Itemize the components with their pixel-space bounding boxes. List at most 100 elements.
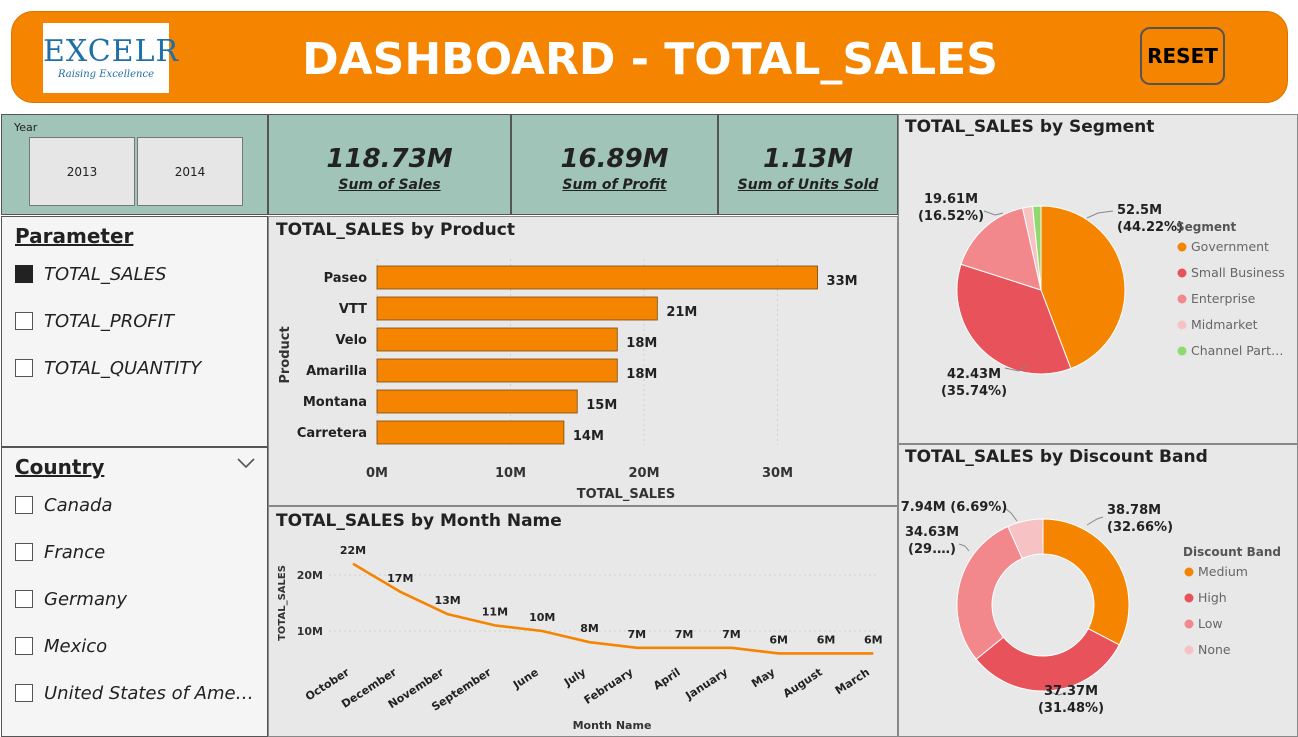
- data-label: 15M: [586, 398, 617, 413]
- checkbox[interactable]: [15, 637, 33, 655]
- pie-slice: [1042, 518, 1130, 646]
- option-label: Mexico: [44, 635, 108, 657]
- y-tick-label: 10M: [297, 625, 323, 638]
- page-title: DASHBOARD - TOTAL_SALES: [302, 34, 998, 85]
- data-label: 18M: [626, 367, 657, 382]
- checkbox[interactable]: [15, 359, 33, 377]
- data-label: (16.52%): [918, 209, 984, 224]
- option-label: United States of Ame…: [44, 682, 254, 704]
- country-option-united-states[interactable]: United States of Ame…: [15, 682, 254, 704]
- option-label: France: [44, 541, 106, 563]
- checkbox[interactable]: [15, 543, 33, 561]
- y-tick-label: Velo: [335, 333, 367, 348]
- year-option-2014[interactable]: 2014: [137, 137, 243, 206]
- legend-marker: [1177, 294, 1187, 304]
- data-label: 14M: [573, 429, 604, 444]
- reset-button[interactable]: RESET: [1140, 27, 1225, 85]
- x-tick-label: May: [749, 666, 777, 691]
- kpi-label: Sum of Units Sold: [737, 177, 879, 193]
- y-tick-label: VTT: [339, 302, 367, 317]
- legend-label: Channel Part…: [1191, 343, 1283, 358]
- legend-title: Segment: [1176, 220, 1237, 234]
- country-title: Country: [15, 455, 105, 479]
- option-label: Germany: [44, 588, 128, 610]
- leader-line: [1086, 516, 1104, 526]
- x-tick-label: 30M: [762, 466, 793, 481]
- parameter-option-total-sales[interactable]: TOTAL_SALES: [15, 264, 166, 285]
- leader-line: [958, 543, 970, 552]
- y-tick-label: Paseo: [324, 271, 368, 286]
- checkbox[interactable]: [15, 684, 33, 702]
- kpi-value: 1.13M: [762, 144, 854, 174]
- x-tick-label: August: [781, 666, 825, 701]
- y-tick-label: Montana: [303, 395, 367, 410]
- option-label: TOTAL_QUANTITY: [44, 357, 202, 379]
- data-label: 6M: [817, 633, 836, 646]
- checkbox[interactable]: [15, 590, 33, 608]
- kpi-value: 118.73M: [326, 144, 453, 174]
- checkbox[interactable]: [15, 312, 33, 330]
- x-axis-title: TOTAL_SALES: [577, 487, 676, 502]
- country-option-mexico[interactable]: Mexico: [15, 635, 108, 657]
- segment-pie-chart: TOTAL_SALES by Segment 52.5M (44.22%) 42.4…: [898, 114, 1298, 444]
- country-option-canada[interactable]: Canada: [15, 494, 113, 516]
- data-label: 8M: [580, 622, 599, 635]
- y-tick-label: Amarilla: [306, 364, 367, 379]
- data-label: 17M: [387, 572, 413, 585]
- legend-label: Small Business: [1191, 265, 1285, 280]
- legend-label: Government: [1191, 239, 1269, 254]
- data-label: (31.48%): [1038, 701, 1104, 716]
- checkbox-checked[interactable]: [15, 265, 33, 283]
- bar: [376, 420, 565, 445]
- data-label: 13M: [434, 594, 460, 607]
- x-tick-label: July: [561, 666, 588, 690]
- parameter-option-total-profit[interactable]: TOTAL_PROFIT: [15, 310, 175, 332]
- year-option-2013[interactable]: 2013: [29, 137, 135, 206]
- bar: [376, 296, 658, 321]
- data-label: 11M: [482, 605, 508, 618]
- x-tick-label: February: [582, 666, 636, 707]
- logo-tagline: Raising Excellence: [57, 69, 154, 80]
- data-label: 6M: [864, 633, 883, 646]
- month-line-chart: TOTAL_SALES by Month Name 10M 20M 22M Octob…: [268, 506, 898, 737]
- logo-wordmark: EXCELR: [43, 34, 180, 69]
- data-label: (35.74%): [941, 384, 1007, 399]
- discount-donut-chart: TOTAL_SALES by Discount Band 38.78M (32.6…: [898, 444, 1298, 737]
- x-tick-label: 10M: [495, 466, 526, 481]
- leader-line: [1086, 210, 1114, 219]
- legend-marker: [1184, 645, 1194, 655]
- data-label: 42.43M: [947, 367, 1001, 382]
- line-series: [352, 562, 874, 655]
- legend-marker: [1184, 567, 1194, 577]
- country-option-france[interactable]: France: [15, 541, 106, 563]
- data-label: 34.63M: [905, 525, 959, 540]
- country-option-germany[interactable]: Germany: [15, 588, 128, 610]
- data-label: 7.94M (6.69%): [901, 500, 1008, 515]
- parameter-title: Parameter: [15, 224, 134, 248]
- data-label: 19.61M: [924, 192, 978, 207]
- data-label: 38.78M: [1107, 503, 1161, 518]
- product-bar-chart: TOTAL_SALES by Product 0M 10M 20M 30M Paseo 3…: [268, 216, 898, 506]
- bar: [376, 389, 578, 414]
- pie-chart-svg: 52.5M (44.22%) 42.43M (35.74%) 19.61M (16.52%…: [918, 192, 1285, 399]
- legend-marker: [1184, 619, 1194, 629]
- checkbox[interactable]: [15, 496, 33, 514]
- x-tick-label: April: [651, 666, 683, 693]
- option-label: Canada: [44, 494, 113, 516]
- data-label: 7M: [675, 628, 694, 641]
- option-label: TOTAL_PROFIT: [44, 310, 175, 332]
- legend-label: High: [1198, 590, 1227, 605]
- legend-label: Low: [1198, 616, 1223, 631]
- x-tick-label: June: [510, 666, 541, 692]
- parameter-slicer: [1, 216, 268, 447]
- data-label: (32.66%): [1107, 520, 1173, 535]
- kpi-value: 16.89M: [560, 144, 669, 174]
- chevron-down-icon[interactable]: [236, 455, 256, 471]
- legend-label: Midmarket: [1191, 317, 1258, 332]
- bar: [376, 265, 818, 290]
- kpi-label: Sum of Profit: [562, 177, 667, 193]
- data-label: 21M: [666, 305, 697, 320]
- kpi-card-sales: 118.73M Sum of Sales: [268, 114, 511, 215]
- parameter-option-total-quantity[interactable]: TOTAL_QUANTITY: [15, 357, 202, 379]
- x-axis-title: Month Name: [573, 719, 652, 732]
